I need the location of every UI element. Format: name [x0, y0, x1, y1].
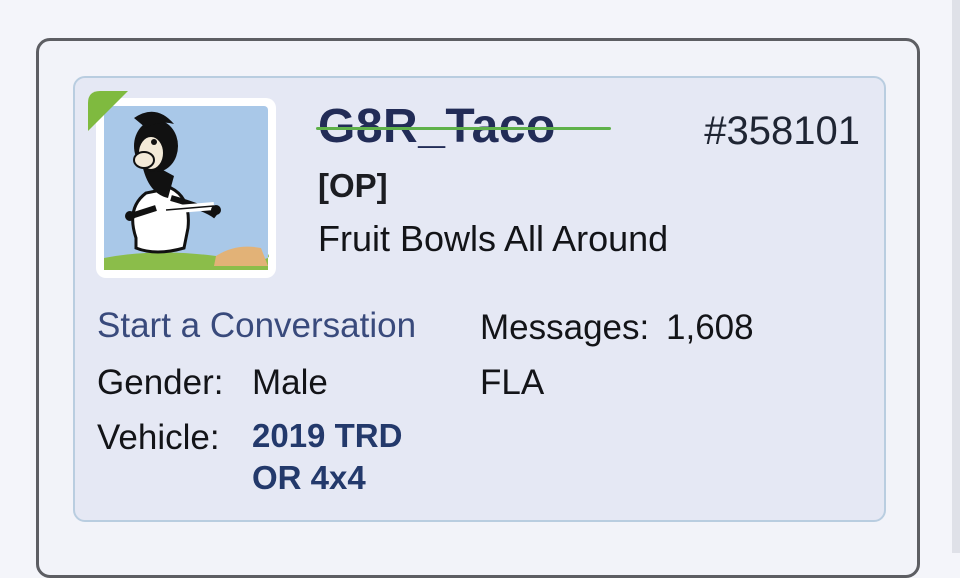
username-strikethrough [316, 127, 611, 130]
user-title: Fruit Bowls All Around [318, 218, 669, 259]
op-badge: [OP] [318, 167, 388, 204]
vehicle-label: Vehicle: [97, 418, 220, 457]
post-number[interactable]: #358101 [704, 108, 860, 154]
gender-value: Male [252, 363, 328, 402]
vehicle-value[interactable]: 2019 TRD OR 4x4 [252, 415, 452, 499]
messages-label: Messages: [480, 308, 650, 347]
location-value: FLA [480, 363, 545, 402]
gender-label: Gender: [97, 363, 224, 402]
online-status-indicator [88, 91, 128, 131]
start-conversation-link[interactable]: Start a Conversation [97, 305, 416, 347]
messages-value: 1,608 [666, 308, 754, 347]
page-scroll-edge [952, 0, 960, 553]
